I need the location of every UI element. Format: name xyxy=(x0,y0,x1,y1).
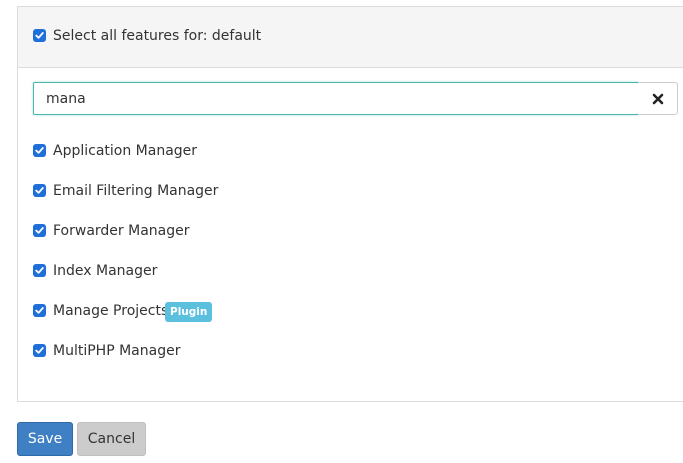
checkmark-icon xyxy=(35,147,44,154)
feature-checkbox[interactable] xyxy=(33,344,46,357)
clear-search-button[interactable] xyxy=(638,82,678,115)
cancel-button[interactable]: Cancel xyxy=(77,422,146,456)
feature-label: MultiPHP Manager xyxy=(53,343,181,359)
feature-checkbox[interactable] xyxy=(33,184,46,197)
checkmark-icon xyxy=(35,347,44,354)
feature-checkbox[interactable] xyxy=(33,144,46,157)
feature-label: Email Filtering Manager xyxy=(53,183,219,199)
save-button[interactable]: Save xyxy=(17,422,73,456)
feature-search-input[interactable] xyxy=(33,82,639,115)
feature-label: Manage Projects xyxy=(53,303,169,319)
checkmark-icon xyxy=(35,267,44,274)
checkmark-icon xyxy=(35,227,44,234)
select-all-checkbox[interactable] xyxy=(33,29,46,42)
checkmark-icon xyxy=(35,307,44,314)
feature-checkbox[interactable] xyxy=(33,304,46,317)
feature-checkbox[interactable] xyxy=(33,264,46,277)
checkmark-icon xyxy=(35,32,44,39)
feature-label: Forwarder Manager xyxy=(53,223,190,239)
checkmark-icon xyxy=(35,187,44,194)
feature-label: Index Manager xyxy=(53,263,158,279)
plugin-badge: Plugin xyxy=(165,302,213,322)
feature-label: Application Manager xyxy=(53,143,198,159)
select-all-label: Select all features for: default xyxy=(53,28,262,44)
feature-checkbox[interactable] xyxy=(33,224,46,237)
close-icon xyxy=(652,93,663,104)
